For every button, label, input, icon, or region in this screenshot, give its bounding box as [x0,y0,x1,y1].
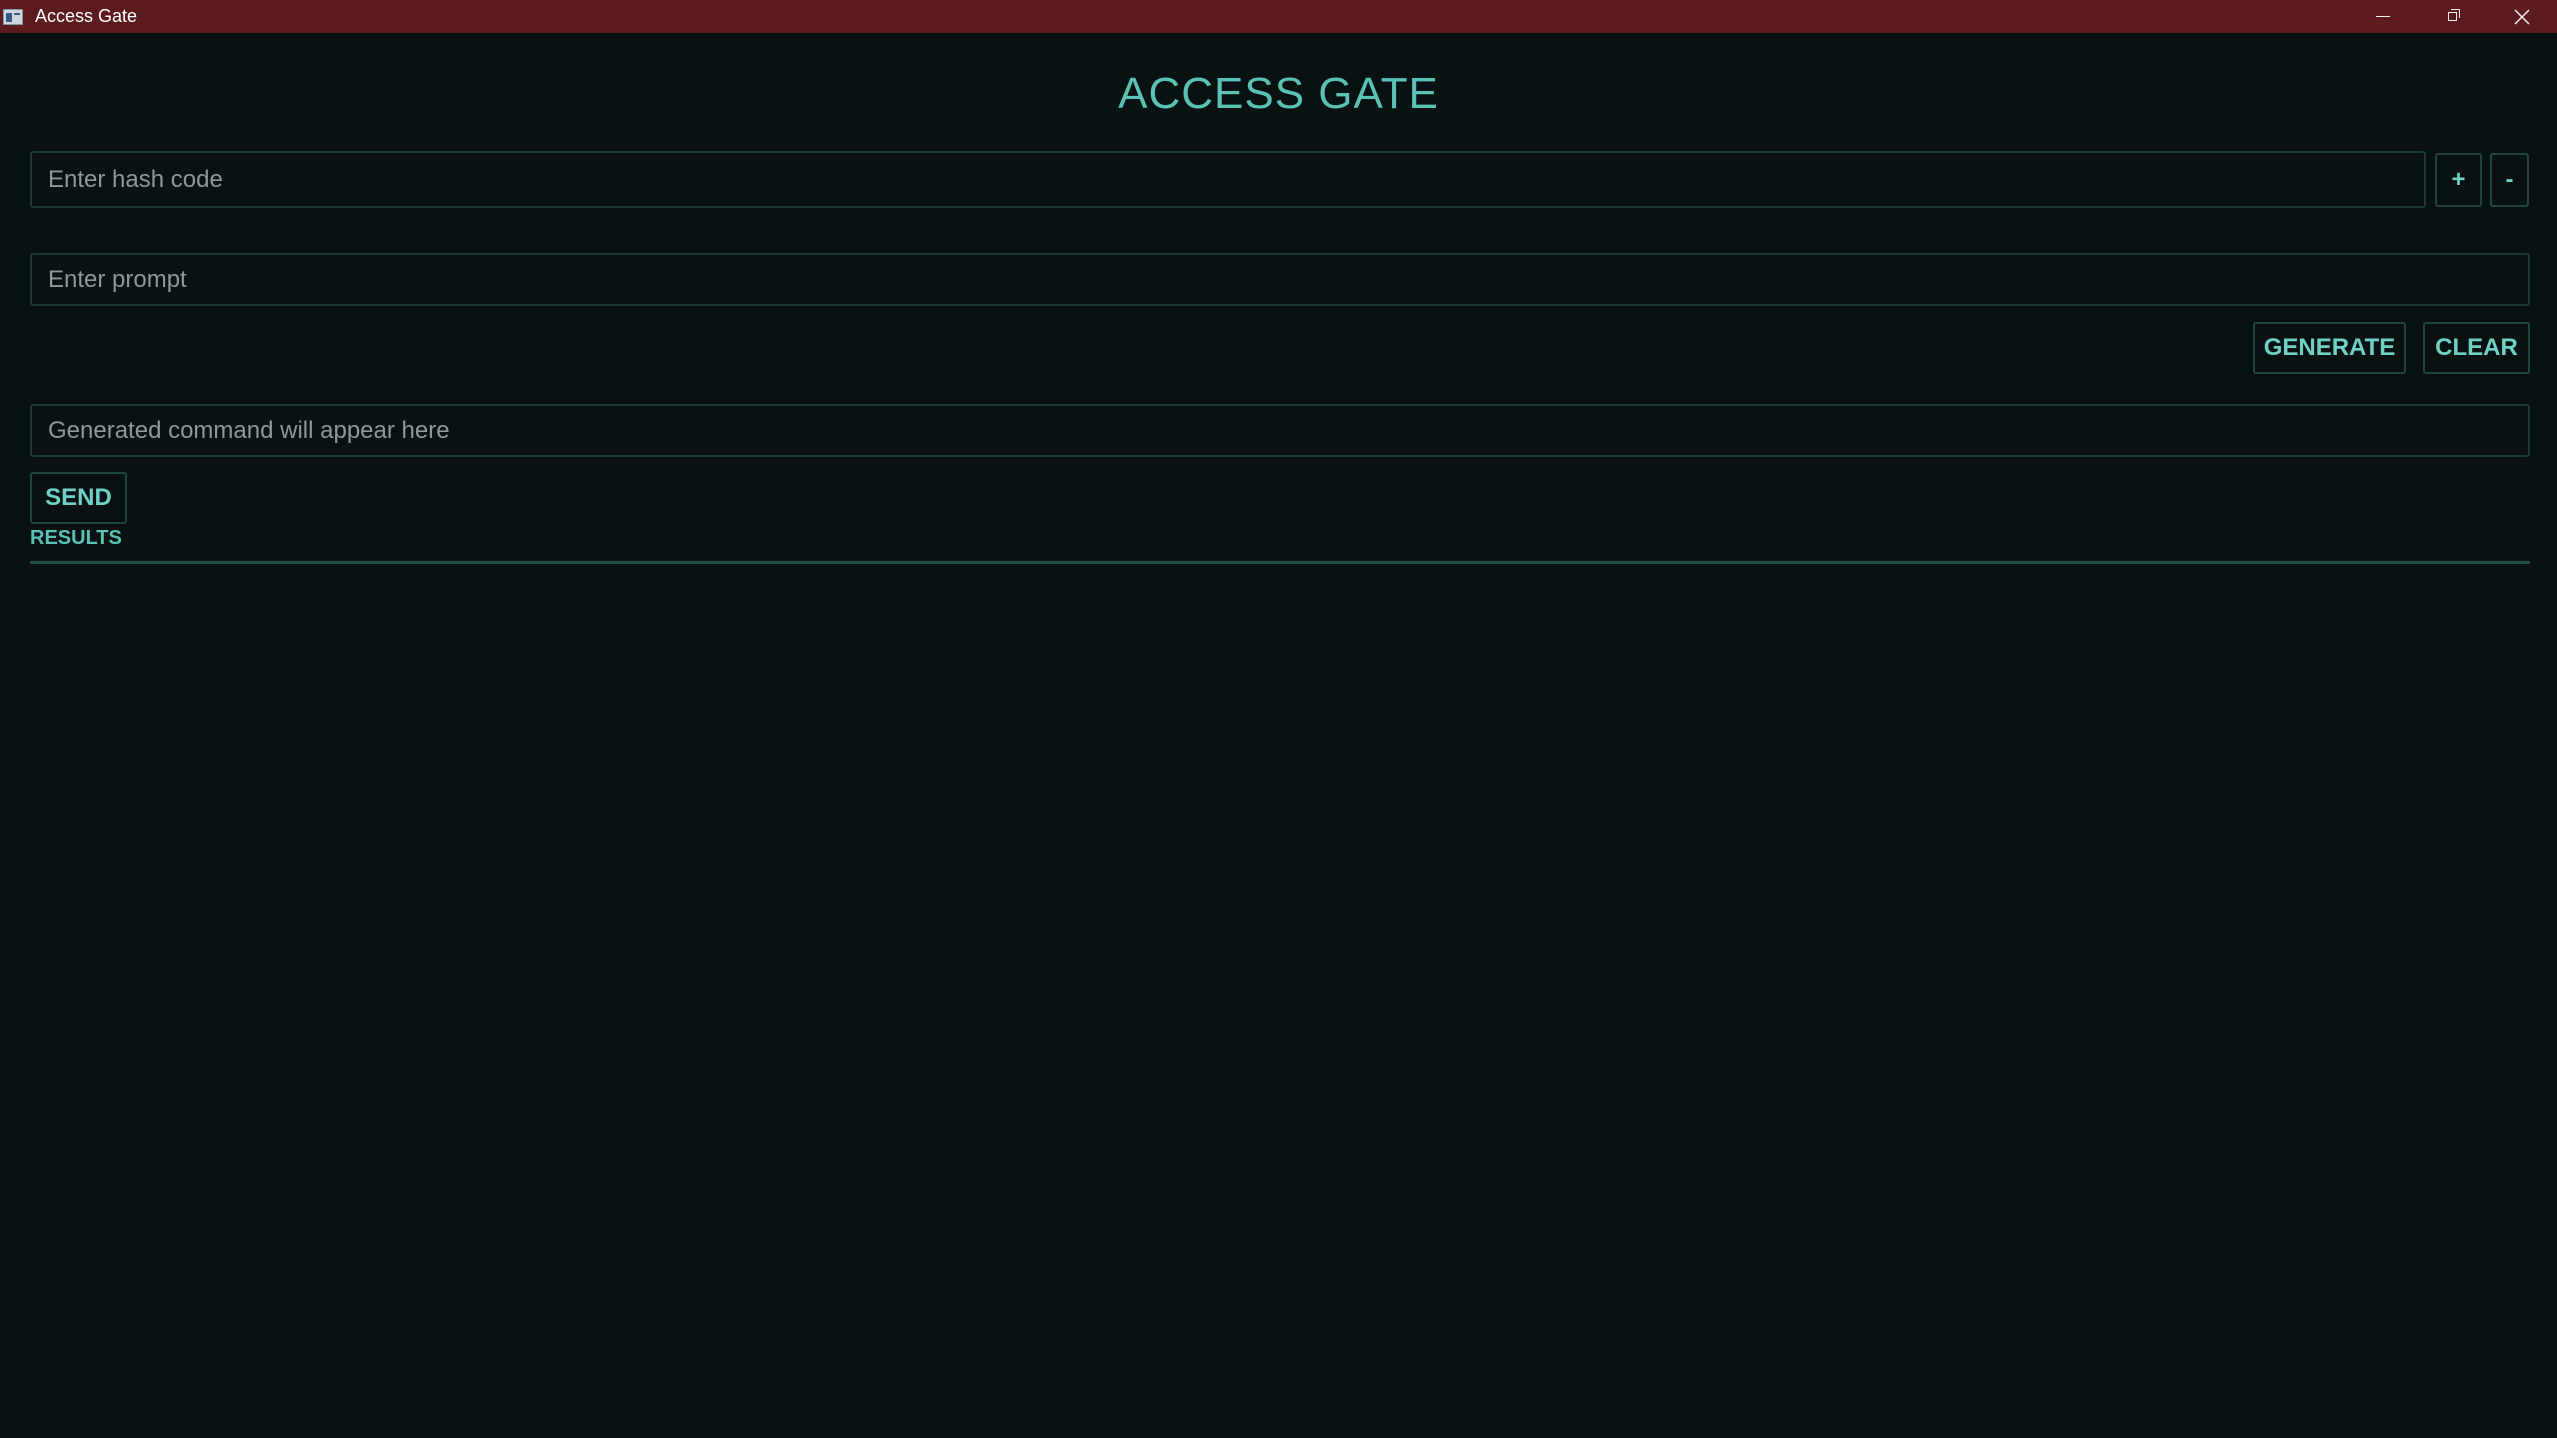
hash-code-input[interactable] [30,151,2426,208]
window-title: Access Gate [35,6,138,26]
clear-button[interactable]: CLEAR [2423,322,2530,374]
generated-command-field[interactable] [30,404,2530,457]
window-titlebar: Access Gate [0,0,2557,33]
send-button[interactable]: SEND [30,472,127,524]
minimize-icon[interactable] [2347,0,2417,33]
close-icon[interactable] [2487,0,2557,33]
app-window-icon [3,8,23,25]
restore-icon[interactable] [2417,0,2487,33]
decrement-button[interactable]: - [2490,153,2529,207]
generate-button[interactable]: GENERATE [2253,322,2406,374]
prompt-input[interactable] [30,253,2530,306]
results-label: RESULTS [30,527,122,549]
window-controls [2347,0,2557,33]
increment-button[interactable]: + [2435,153,2482,207]
page-title: ACCESS GATE [1118,69,1439,118]
results-divider [30,561,2530,564]
